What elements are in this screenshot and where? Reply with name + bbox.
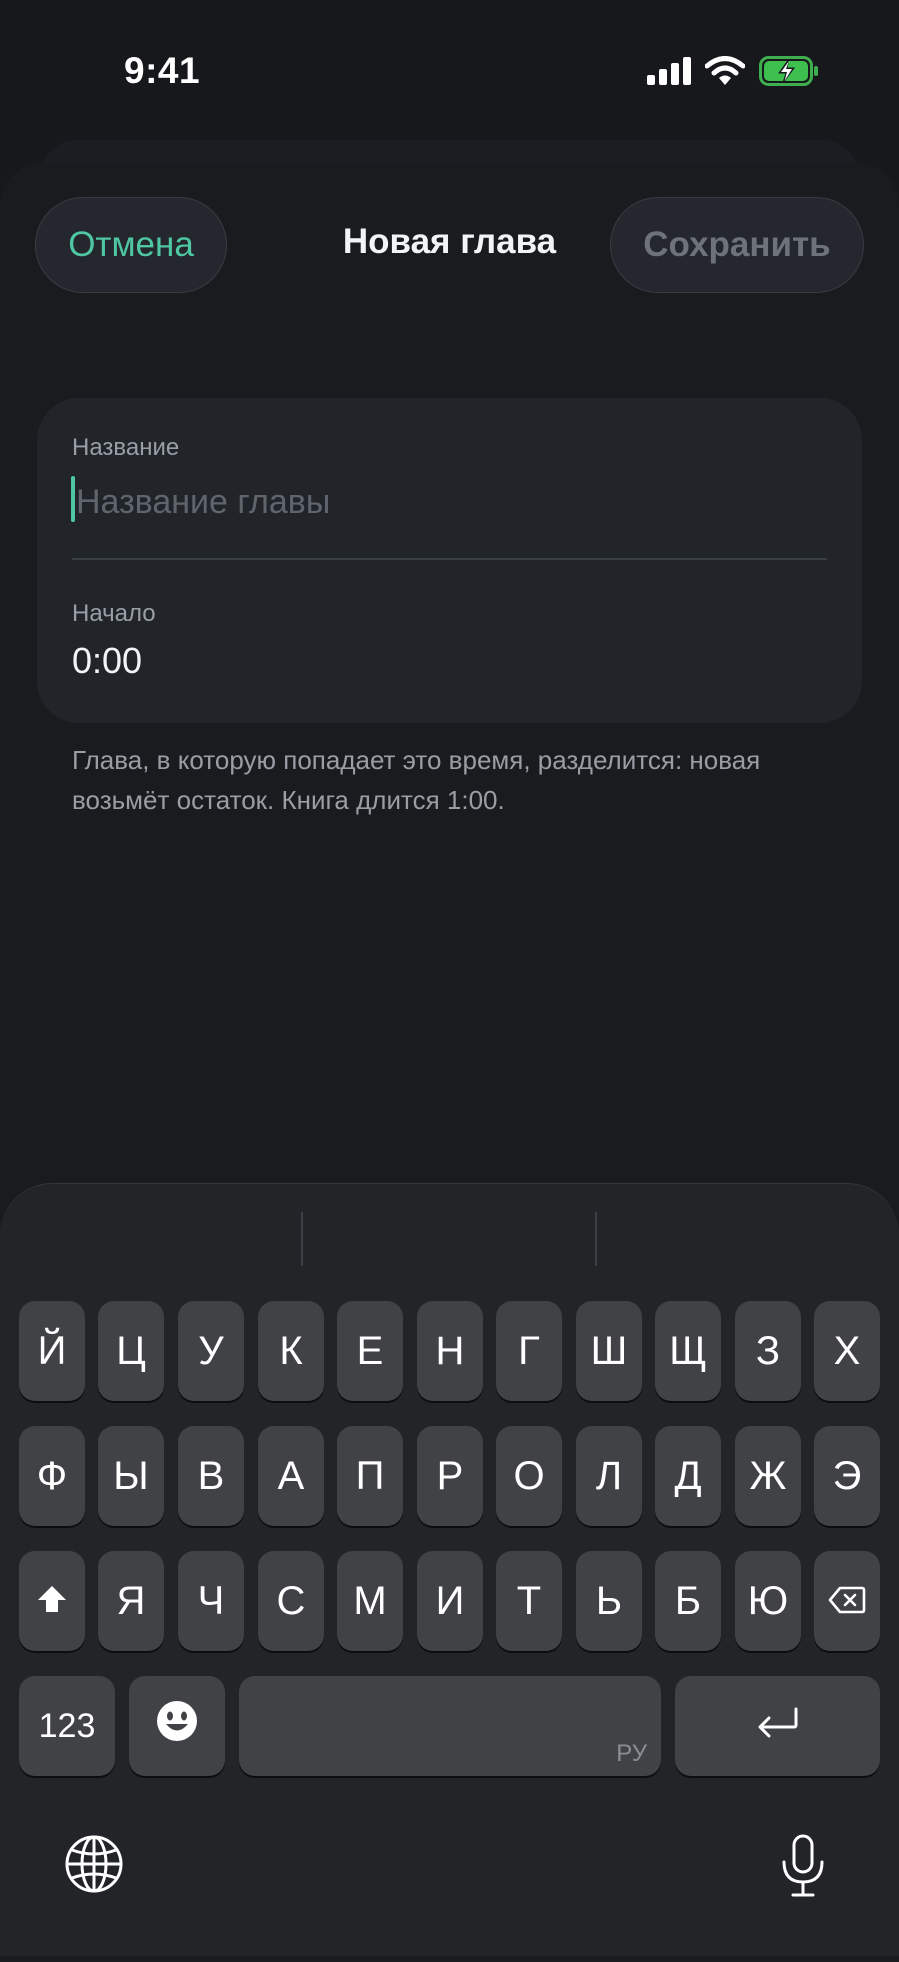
microphone-icon[interactable] xyxy=(778,1834,828,1903)
cellular-signal-icon xyxy=(647,57,691,85)
backspace-key[interactable] xyxy=(814,1551,880,1651)
numbers-key[interactable]: 123 xyxy=(19,1676,115,1776)
key-row-2: Ф Ы В А П Р О Л Д Ж Э xyxy=(0,1426,899,1526)
key[interactable]: А xyxy=(258,1426,324,1526)
emoji-key[interactable] xyxy=(129,1676,225,1776)
chapter-form-card: Название Начало 0:00 xyxy=(37,398,862,723)
name-field-label: Название xyxy=(72,434,180,461)
key[interactable]: К xyxy=(258,1301,324,1401)
key[interactable]: С xyxy=(258,1551,324,1651)
status-icons xyxy=(647,56,819,86)
space-key[interactable]: РУ xyxy=(239,1676,661,1776)
globe-icon[interactable] xyxy=(64,1834,124,1899)
emoji-icon xyxy=(155,1699,199,1753)
key[interactable]: Й xyxy=(19,1301,85,1401)
key[interactable]: В xyxy=(178,1426,244,1526)
key[interactable]: Ю xyxy=(735,1551,801,1651)
status-bar: 9:41 xyxy=(0,0,899,150)
key[interactable]: Ц xyxy=(98,1301,164,1401)
key[interactable]: Э xyxy=(814,1426,880,1526)
start-field-label: Начало xyxy=(72,600,156,627)
key[interactable]: Щ xyxy=(655,1301,721,1401)
status-time: 9:41 xyxy=(124,50,201,91)
space-language-hint: РУ xyxy=(616,1740,647,1767)
key[interactable]: Е xyxy=(337,1301,403,1401)
key[interactable]: Г xyxy=(496,1301,562,1401)
shift-key[interactable] xyxy=(19,1551,85,1651)
key[interactable]: Ч xyxy=(178,1551,244,1651)
split-hint-text: Глава, в которую попадает это время, раз… xyxy=(72,745,761,815)
suggestion-divider xyxy=(301,1212,303,1266)
key[interactable]: Ф xyxy=(19,1426,85,1526)
key[interactable]: И xyxy=(417,1551,483,1651)
battery-charging-icon xyxy=(759,56,819,86)
keyboard: Й Ц У К Е Н Г Ш Щ З Х Ф Ы В А П Р О Л Д … xyxy=(0,1183,899,1956)
shift-icon xyxy=(36,1579,68,1624)
save-button[interactable]: Сохранить xyxy=(610,197,864,293)
key[interactable]: Д xyxy=(655,1426,721,1526)
key[interactable]: Ы xyxy=(98,1426,164,1526)
key[interactable]: У xyxy=(178,1301,244,1401)
key[interactable]: Б xyxy=(655,1551,721,1651)
wifi-icon xyxy=(705,56,745,86)
key[interactable]: З xyxy=(735,1301,801,1401)
key[interactable]: М xyxy=(337,1551,403,1651)
key[interactable]: Ш xyxy=(576,1301,642,1401)
key[interactable]: П xyxy=(337,1426,403,1526)
return-icon xyxy=(754,1704,802,1749)
key[interactable]: Ж xyxy=(735,1426,801,1526)
start-time-field[interactable]: 0:00 xyxy=(72,640,142,682)
key[interactable]: Л xyxy=(576,1426,642,1526)
backspace-icon xyxy=(828,1579,866,1624)
key-row-3: Я Ч С М И Т Ь Б Ю xyxy=(0,1551,899,1651)
key[interactable]: Р xyxy=(417,1426,483,1526)
key[interactable]: Ь xyxy=(576,1551,642,1651)
key[interactable]: Т xyxy=(496,1551,562,1651)
key[interactable]: О xyxy=(496,1426,562,1526)
key[interactable]: Н xyxy=(417,1301,483,1401)
chapter-name-input[interactable] xyxy=(72,478,836,526)
suggestion-divider xyxy=(595,1212,597,1266)
key[interactable]: Я xyxy=(98,1551,164,1651)
return-key[interactable] xyxy=(675,1676,880,1776)
field-divider xyxy=(72,558,827,560)
key-row-4: 123 РУ xyxy=(0,1676,899,1776)
key[interactable]: Х xyxy=(814,1301,880,1401)
key-row-1: Й Ц У К Е Н Г Ш Щ З Х xyxy=(0,1301,899,1401)
text-caret xyxy=(71,476,75,522)
